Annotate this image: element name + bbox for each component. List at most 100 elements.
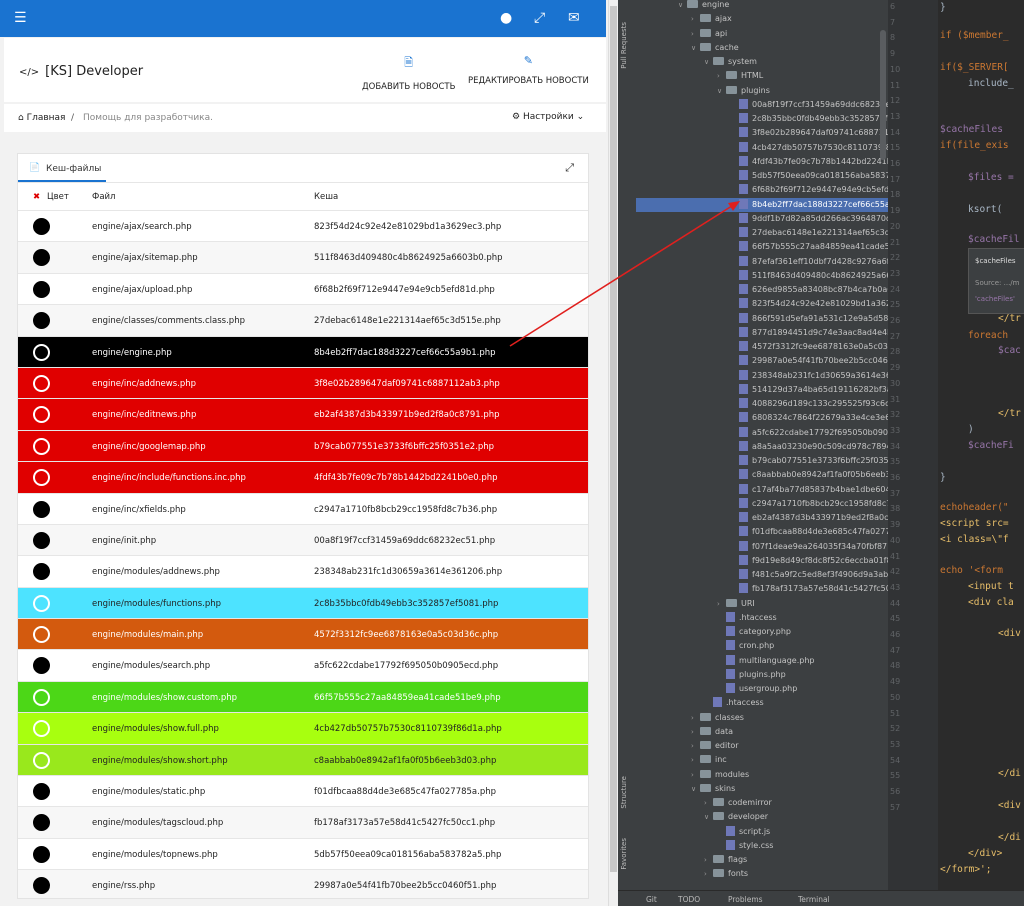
color-dot-icon[interactable] [33,594,50,612]
tree-file[interactable]: 6f68b2f69f712e9447e94e9cb5efd81d.php [730,183,888,197]
chevron-right-icon[interactable]: › [691,739,700,753]
table-row[interactable]: engine/inc/googlemap.php b79cab077551e373… [18,429,588,462]
tree-folder[interactable]: › editor [691,739,739,753]
page-scrollbar[interactable] [608,0,618,906]
color-dot-icon[interactable] [33,312,50,330]
tree-folder[interactable]: › classes [691,711,744,725]
code-editor[interactable]: } if ($member_ if($_SERVER[include_ $cacheF… [938,0,1024,890]
tree-file[interactable]: 00a8f19f7ccf31459a69ddc68232ec51.php [730,98,888,112]
tree-file[interactable]: cron.php [717,639,774,653]
table-row[interactable]: engine/classes/comments.class.php 27debac… [18,304,588,336]
tree-file[interactable]: f07f1deae9ea264035f34a70fbf87177.php [730,540,888,554]
tree-file[interactable]: 511f8463d409480c4b8624925a6603b0.php [730,269,888,283]
tree-folder[interactable]: › api [691,27,727,41]
tree-folder[interactable]: › modules [691,768,749,782]
chevron-down-icon[interactable]: ∨ [704,55,713,69]
chevron-right-icon[interactable]: › [717,597,726,611]
expand-icon[interactable]: ⤢ [534,10,545,26]
tree-folder[interactable]: › HTML [717,69,763,83]
settings-dropdown[interactable]: ⚙ Настройки ⌄ [512,112,584,122]
color-dot-icon[interactable] [33,343,50,361]
tree-file[interactable]: script.js [717,825,770,839]
tree-file[interactable]: multilanguage.php [717,654,814,668]
tree-file[interactable]: 27debac6148e1e221314aef65c3d515e.php [730,226,888,240]
chevron-down-icon[interactable]: ∨ [691,782,700,796]
tree-file[interactable]: .htaccess [717,611,777,625]
color-dot-icon[interactable] [33,531,50,549]
tree-file[interactable]: f481c5a9f2c5ed8ef3f4906d9a3abaa1.php [730,568,888,582]
tree-folder[interactable]: ∨ skins [691,782,735,796]
tree-folder[interactable]: › flags [704,853,747,867]
table-row[interactable]: engine/ajax/sitemap.php 511f8463d409480c4… [18,241,588,273]
breadcrumb-home[interactable]: ⌂ Главная [18,113,65,123]
color-dot-icon[interactable] [33,500,50,518]
color-dot-icon[interactable] [33,218,50,235]
table-row[interactable]: engine/modules/show.full.php 4cb427db5075… [18,712,588,744]
color-dot-icon[interactable] [33,783,50,801]
color-dot-icon[interactable] [33,845,50,863]
table-row[interactable]: engine/modules/functions.php 2c8b35bbc0fd… [18,586,588,619]
structure-tab[interactable]: Structure [620,776,628,809]
tree-file[interactable]: 877d1894451d9c74e3aac8ad4e4b6005.php [730,326,888,340]
chevron-right-icon[interactable]: › [704,853,713,867]
tree-file[interactable]: c17af4ba77d85837b4bae1dbe604ad25.php [730,483,888,497]
tree-file[interactable]: 4cb427db50757b7530c8110739f86d1a.php [730,141,888,155]
tree-file[interactable]: 238348ab231fc1d30659a3614e361206.php [730,369,888,383]
table-row[interactable]: engine/inc/xfields.php c2947a1710fb8bcb29… [18,492,588,524]
tree-folder[interactable]: ∨ system [704,55,757,69]
table-row[interactable]: engine/modules/topnews.php 5db57f50eea09c… [18,837,588,870]
tree-file[interactable]: 823f54d24c92e42e81029bd1a3629ec3.php [730,297,888,311]
tree-file[interactable]: eb2af4387d3b433971b9ed2f8a0c8791.php [730,511,888,525]
table-row[interactable]: engine/ajax/search.php 823f54d24c92e42e81… [18,210,588,242]
terminal-tab[interactable]: Terminal [798,895,830,904]
tree-file[interactable]: 514129d37a4ba65d19116282bf3ac236.php [730,383,888,397]
chevron-right-icon[interactable]: › [691,768,700,782]
tree-file[interactable]: usergroup.php [717,682,797,696]
tree-file[interactable]: .htaccess [704,696,764,710]
color-dot-icon[interactable] [33,469,50,487]
table-row[interactable]: engine/engine.php 8b4eb2ff7dac188d3227cef… [18,335,588,367]
tree-file[interactable]: a8a5aa03230e90c509cd978c789461f1.php [730,440,888,454]
add-news-button[interactable]: 🗎 ДОБАВИТЬ НОВОСТЬ [362,54,455,92]
color-dot-icon[interactable] [33,249,50,267]
color-dot-icon[interactable] [33,437,50,455]
chevron-right-icon[interactable]: › [691,711,700,725]
hamburger-icon[interactable]: ☰ [14,10,27,26]
color-dot-icon[interactable] [33,626,50,644]
table-row[interactable]: engine/modules/show.custom.php 66f57b555c… [18,680,588,713]
tree-file[interactable]: 4fdf43b7fe09c7b78b1442bd2241b0e0.php [730,155,888,169]
tree-file[interactable]: 29987a0e54f41fb70bee2b5cc0460f51.php [730,354,888,368]
close-icon[interactable]: ✖ [33,192,40,202]
tree-folder[interactable]: › URI [717,597,755,611]
color-dot-icon[interactable] [33,720,50,738]
color-dot-icon[interactable] [33,751,50,769]
color-dot-icon[interactable] [33,374,50,392]
tree-file[interactable]: c8aabbab0e8942af1fa0f05b6eeb3d03.php [730,468,888,482]
tree-file[interactable]: 8b4eb2ff7dac188d3227cef66c55a9b1.php [636,197,888,212]
chevron-right-icon[interactable]: › [691,12,700,26]
table-row[interactable]: engine/inc/addnews.php 3f8e02b289647daf09… [18,366,588,399]
tree-folder[interactable]: › inc [691,753,727,767]
tree-file[interactable]: b79cab077551e3733f6bffc25f0351e2.php [730,454,888,468]
tree-file[interactable]: plugins.php [717,668,786,682]
table-row[interactable]: engine/modules/search.php a5fc622cdabe177… [18,649,588,681]
tree-file[interactable]: style.css [717,839,773,853]
tree-file[interactable]: c2947a1710fb8bcb29cc1958fd8c7b36.php [730,497,888,511]
table-row[interactable]: engine/modules/static.php f01dfbcaa88d4de… [18,775,588,807]
tree-file[interactable]: 5db57f50eea09ca018156aba583782a5.php [730,169,888,183]
chevron-right-icon[interactable]: › [704,796,713,810]
table-row[interactable]: engine/modules/tagscloud.php fb178af3173a… [18,806,588,838]
chevron-down-icon[interactable]: ∨ [678,0,687,12]
table-row[interactable]: engine/rss.php 29987a0e54f41fb70bee2b5cc0… [18,869,588,898]
color-dot-icon[interactable] [33,280,50,298]
edit-news-button[interactable]: ✎ РЕДАКТИРОВАТЬ НОВОСТИ [468,54,589,86]
pull-requests-tab[interactable]: Pull Requests [620,22,628,69]
tree-file[interactable]: 866f591d5efa91a531c12e9a5d583923.php [730,312,888,326]
tree-file[interactable]: 6808324c7864f22679a33e4ce3e6945c.php [730,411,888,425]
tree-file[interactable]: 626ed9855a83408bc87b4ca7b0a6a7ef.php [730,283,888,297]
chevron-right-icon[interactable]: › [691,753,700,767]
tree-folder[interactable]: › data [691,725,733,739]
table-row[interactable]: engine/modules/show.short.php c8aabbab0e8… [18,743,588,776]
favorites-tab[interactable]: Favorites [620,838,628,870]
git-tab[interactable]: Git [646,895,657,904]
